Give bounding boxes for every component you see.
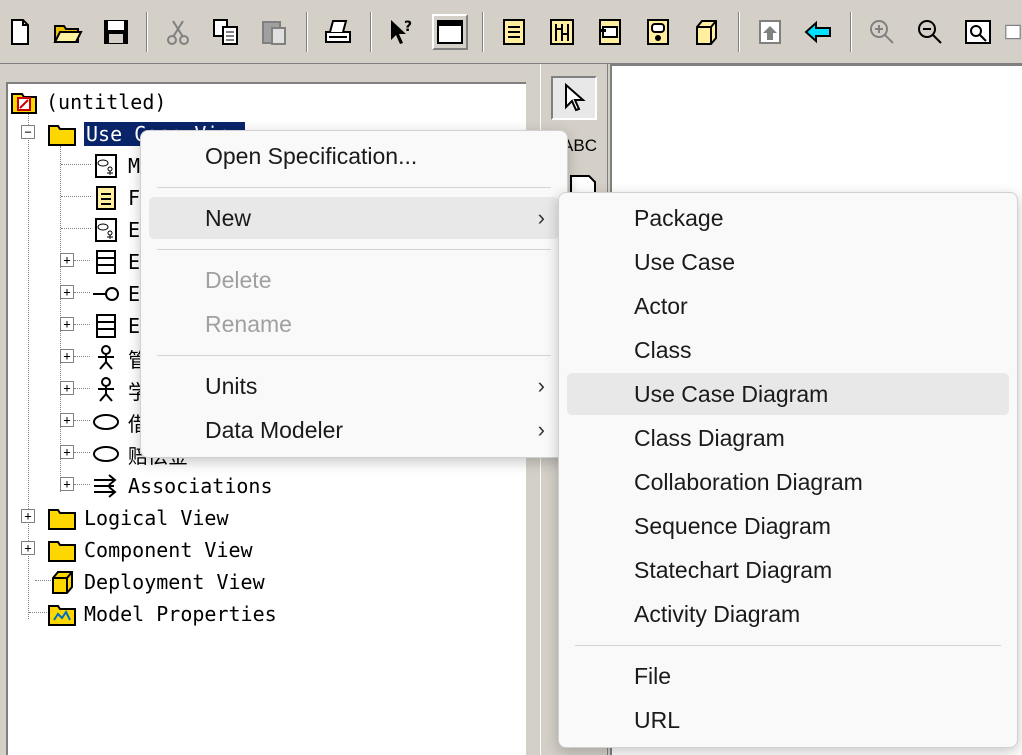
tree-item-model-properties[interactable]: Model Properties <box>48 598 277 630</box>
tree-child[interactable]: E <box>92 310 140 342</box>
chevron-right-icon: › <box>537 417 545 442</box>
browse-component-diagram-icon[interactable] <box>592 14 628 50</box>
tree-root-label: (untitled) <box>46 90 167 114</box>
tree-item-deployment-view[interactable]: Deployment View <box>48 566 265 598</box>
menu-item-data-modeler[interactable]: Data Modeler › <box>149 409 559 451</box>
menu-item-delete: Delete <box>205 266 272 293</box>
expand-toggle[interactable]: + <box>60 285 74 299</box>
expand-toggle[interactable]: + <box>60 477 74 491</box>
use-case-icon <box>92 441 120 467</box>
tree-child[interactable]: Associations <box>92 470 273 502</box>
print-icon[interactable] <box>320 14 356 50</box>
actor-icon <box>92 345 120 371</box>
expand-toggle[interactable]: + <box>60 349 74 363</box>
submenu-item-class-diagram[interactable]: Class Diagram <box>567 417 1009 459</box>
menu-item-units[interactable]: Units › <box>149 365 559 407</box>
tree-child[interactable]: E <box>92 214 140 246</box>
folder-icon <box>48 537 76 563</box>
model-icon <box>10 89 38 115</box>
tree-child[interactable]: M <box>92 150 140 182</box>
tree-child[interactable]: E <box>92 278 140 310</box>
submenu-item-url[interactable]: URL <box>567 699 1009 741</box>
menu-separator <box>157 187 551 188</box>
class-icon <box>92 313 120 339</box>
browse-parent-icon[interactable] <box>752 14 788 50</box>
expand-toggle[interactable]: + <box>60 253 74 267</box>
menu-item-open-specification[interactable]: Open Specification... <box>149 135 559 177</box>
view-doc-window-icon[interactable] <box>432 14 468 50</box>
open-icon[interactable] <box>50 14 86 50</box>
menu-separator <box>157 249 551 250</box>
menu-separator <box>575 645 1001 646</box>
context-help-icon[interactable]: ? <box>384 14 420 50</box>
paste-icon[interactable] <box>256 14 292 50</box>
submenu-item-actor[interactable]: Actor <box>567 285 1009 327</box>
main-toolbar: ? <box>0 0 1022 64</box>
model-properties-icon <box>48 601 76 627</box>
class-diagram-icon <box>92 185 120 211</box>
tree-item-component-view[interactable]: Component View <box>48 534 253 566</box>
browse-state-diagram-icon[interactable] <box>640 14 676 50</box>
submenu-item-sequence-diagram[interactable]: Sequence Diagram <box>567 505 1009 547</box>
submenu-item-statechart-diagram[interactable]: Statechart Diagram <box>567 549 1009 591</box>
zoom-out-icon[interactable] <box>912 14 948 50</box>
class-icon <box>92 249 120 275</box>
selection-tool-icon[interactable] <box>551 76 597 120</box>
submenu-item-file[interactable]: File <box>567 655 1009 697</box>
menu-item-new[interactable]: New › <box>149 197 559 239</box>
chevron-right-icon: › <box>537 373 545 398</box>
folder-icon <box>48 505 76 531</box>
submenu-item-use-case[interactable]: Use Case <box>567 241 1009 283</box>
menu-separator <box>157 355 551 356</box>
browse-deployment-diagram-icon[interactable] <box>688 14 724 50</box>
cut-icon[interactable] <box>160 14 196 50</box>
expand-toggle[interactable]: + <box>60 445 74 459</box>
browse-interaction-diagram-icon[interactable] <box>544 14 580 50</box>
expand-toggle[interactable]: + <box>60 381 74 395</box>
tree-child[interactable]: F <box>92 182 140 214</box>
tree-root[interactable]: (untitled) <box>10 86 166 118</box>
submenu-item-package[interactable]: Package <box>567 197 1009 239</box>
use-case-diagram-icon <box>92 153 120 179</box>
undo-fit-icon[interactable] <box>1004 14 1022 50</box>
interface-icon <box>92 281 120 307</box>
copy-icon[interactable] <box>208 14 244 50</box>
expand-toggle[interactable]: + <box>60 413 74 427</box>
zoom-in-icon[interactable] <box>864 14 900 50</box>
deployment-icon <box>48 569 76 595</box>
expand-toggle[interactable]: + <box>21 509 35 523</box>
use-case-diagram-icon <box>92 217 120 243</box>
svg-text:?: ? <box>404 19 412 35</box>
submenu-item-use-case-diagram[interactable]: Use Case Diagram <box>567 373 1009 415</box>
expand-toggle[interactable]: + <box>21 541 35 555</box>
browse-class-diagram-icon[interactable] <box>496 14 532 50</box>
use-case-icon <box>92 409 120 435</box>
actor-icon <box>92 377 120 403</box>
collapse-toggle[interactable]: − <box>21 125 35 139</box>
browse-previous-icon[interactable] <box>800 14 836 50</box>
new-icon[interactable] <box>2 14 38 50</box>
submenu-item-class[interactable]: Class <box>567 329 1009 371</box>
save-icon[interactable] <box>98 14 134 50</box>
submenu-new: Package Use Case Actor Class Use Case Di… <box>558 192 1018 748</box>
tree-item-logical-view[interactable]: Logical View <box>48 502 229 534</box>
context-menu: Open Specification... New › Delete Renam… <box>140 130 568 458</box>
chevron-right-icon: › <box>537 205 545 230</box>
submenu-item-activity-diagram[interactable]: Activity Diagram <box>567 593 1009 635</box>
submenu-item-collaboration-diagram[interactable]: Collaboration Diagram <box>567 461 1009 503</box>
folder-icon <box>48 121 76 147</box>
tree-child[interactable]: E <box>92 246 140 278</box>
menu-item-rename: Rename <box>205 310 292 337</box>
fit-in-window-icon[interactable] <box>960 14 996 50</box>
associations-icon <box>92 473 120 499</box>
expand-toggle[interactable]: + <box>60 317 74 331</box>
